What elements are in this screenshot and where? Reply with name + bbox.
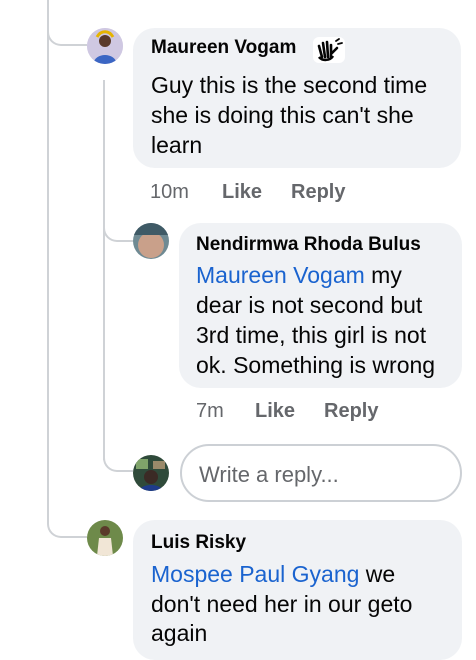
reply-input-placeholder: Write a reply...	[199, 462, 339, 487]
reply-button[interactable]: Reply	[324, 400, 378, 423]
thread-line-nested	[103, 80, 105, 460]
mention-link[interactable]: Maureen Vogam	[196, 262, 365, 288]
comment-text: we	[365, 561, 396, 587]
like-button[interactable]: Like	[255, 400, 295, 423]
thread-connector	[47, 20, 87, 46]
comment-text-line: Mospee Paul Gyang we	[151, 559, 395, 589]
reply-button[interactable]: Reply	[291, 181, 345, 204]
comment-author[interactable]: Maureen Vogam	[151, 37, 296, 59]
comment-author[interactable]: Luis Risky	[151, 532, 246, 554]
avatar	[133, 455, 169, 491]
comment-text-line: ok. Something is wrong	[196, 352, 436, 378]
thread-connector	[47, 512, 87, 538]
mention-link[interactable]: Mospee Paul Gyang	[151, 561, 359, 587]
comment-author[interactable]: Nendirmwa Rhoda Bulus	[196, 234, 421, 256]
avatar[interactable]	[87, 28, 123, 64]
comment-text-line: again	[151, 620, 208, 646]
comment-text-line: Guy this is the second time	[151, 72, 428, 98]
comment-time: 10m	[150, 181, 189, 203]
comment-text-line: she is doing this can't she	[151, 102, 414, 128]
comment-text-line: don't need her in our geto	[151, 591, 413, 617]
thread-connector	[103, 446, 133, 472]
avatar[interactable]	[133, 223, 169, 259]
thread-connector	[103, 216, 133, 242]
avatar[interactable]	[87, 520, 123, 556]
wave-hands-icon	[313, 37, 345, 63]
comment-text-line: learn	[151, 132, 203, 158]
comment-text-line: 3rd time, this girl is not	[196, 322, 427, 348]
thread-line-main	[47, 0, 49, 520]
comment-time: 7m	[196, 400, 224, 422]
comment-text-line: dear is not second but	[196, 292, 423, 318]
comment-text-line: Maureen Vogam my	[196, 260, 402, 290]
comment-text: my	[371, 262, 402, 288]
like-button[interactable]: Like	[222, 181, 262, 204]
